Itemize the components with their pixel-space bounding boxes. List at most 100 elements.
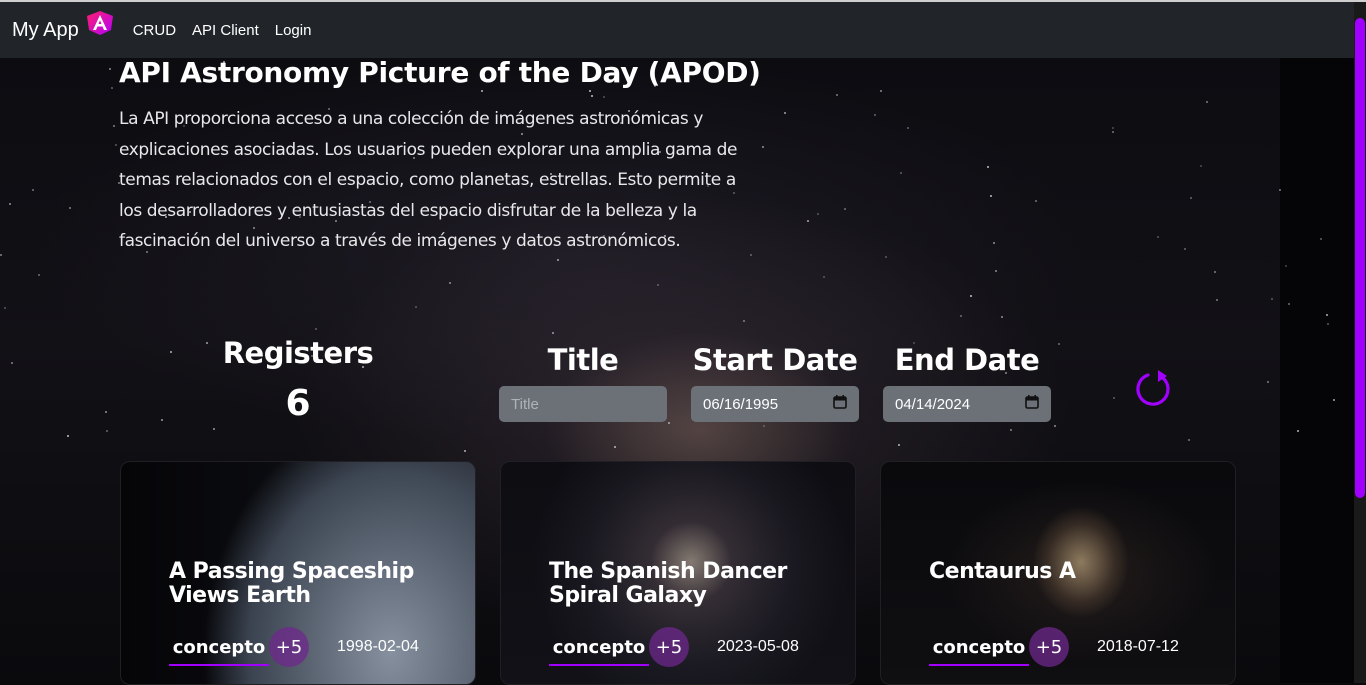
- star: [67, 435, 69, 437]
- star: [1279, 189, 1281, 191]
- star: [1001, 316, 1003, 318]
- star: [1285, 265, 1287, 267]
- apod-card[interactable]: Centaurus A concepto +5 2018-07-12: [880, 461, 1236, 685]
- star: [4, 307, 6, 309]
- card-tag-more[interactable]: +5: [269, 627, 309, 667]
- star: [1010, 429, 1012, 431]
- navbar: My App CRUD API Client Login: [0, 2, 1354, 58]
- card-tag-more[interactable]: +5: [1029, 627, 1069, 667]
- start-date-input[interactable]: 06/16/1995: [691, 386, 859, 422]
- star: [111, 87, 113, 89]
- star: [885, 256, 887, 258]
- card-tag[interactable]: concepto: [929, 630, 1029, 666]
- star: [1200, 165, 1202, 167]
- star: [1058, 343, 1060, 345]
- star: [1112, 131, 1114, 133]
- brand-link[interactable]: My App: [12, 11, 115, 42]
- star: [1320, 238, 1322, 240]
- star: [762, 146, 764, 148]
- end-date-value: 04/14/2024: [895, 395, 971, 413]
- nav-link-api-client[interactable]: API Client: [192, 22, 259, 39]
- star: [113, 125, 115, 127]
- nav-link-crud[interactable]: CRUD: [133, 22, 176, 39]
- star: [995, 270, 997, 272]
- star: [69, 207, 71, 209]
- star: [206, 342, 208, 344]
- star: [1326, 314, 1328, 316]
- star: [1288, 303, 1290, 305]
- star: [763, 425, 765, 427]
- star: [1297, 430, 1299, 432]
- page-description: La API proporciona acceso a una colecció…: [119, 109, 738, 251]
- apod-card[interactable]: A Passing Spaceship Views Earth concepto…: [120, 461, 476, 685]
- star: [109, 68, 111, 70]
- scrollbar-thumb[interactable]: [1355, 18, 1365, 498]
- star: [1333, 399, 1335, 401]
- end-date-label: End Date: [894, 343, 1040, 377]
- star: [907, 127, 909, 129]
- star: [106, 430, 108, 432]
- end-date-input[interactable]: 04/14/2024: [883, 386, 1051, 422]
- star: [557, 259, 559, 261]
- star: [449, 282, 451, 284]
- refresh-button[interactable]: [1133, 366, 1177, 410]
- star: [170, 351, 172, 353]
- start-date-label: Start Date: [692, 343, 858, 377]
- calendar-icon[interactable]: [1025, 395, 1039, 413]
- star: [614, 446, 616, 448]
- card-title: Centaurus A: [929, 559, 1076, 584]
- title-filter-placeholder: Title: [511, 395, 539, 413]
- star: [105, 411, 107, 413]
- registers-label: Registers: [222, 336, 374, 370]
- card-tag[interactable]: concepto: [549, 630, 649, 666]
- star: [1327, 323, 1329, 325]
- star: [1188, 439, 1190, 441]
- scrollbar[interactable]: [1354, 2, 1366, 683]
- card-title: A Passing Spaceship Views Earth: [169, 559, 414, 608]
- star: [784, 112, 786, 114]
- star: [11, 362, 13, 364]
- star: [1113, 397, 1115, 399]
- card-date: 2023-05-08: [717, 638, 799, 655]
- star: [38, 274, 40, 276]
- star: [115, 144, 117, 146]
- card-tag[interactable]: concepto: [169, 630, 269, 666]
- star: [657, 284, 659, 286]
- star: [1267, 381, 1269, 383]
- title-filter-label: Title: [547, 343, 619, 377]
- star: [464, 450, 466, 452]
- star: [1035, 200, 1037, 202]
- nav-link-login[interactable]: Login: [275, 22, 312, 39]
- star: [32, 189, 34, 191]
- star: [743, 320, 745, 322]
- star: [970, 295, 972, 297]
- calendar-icon[interactable]: [833, 395, 847, 413]
- star: [817, 213, 819, 215]
- registers-count: 6: [285, 383, 311, 424]
- title-filter-input[interactable]: Title: [499, 386, 667, 422]
- star: [161, 419, 163, 421]
- star: [9, 203, 11, 205]
- star: [481, 90, 483, 92]
- refresh-icon: [1136, 370, 1170, 406]
- star: [1271, 298, 1273, 300]
- star: [0, 254, 2, 256]
- star: [844, 208, 846, 210]
- star: [823, 276, 825, 278]
- card-date: 2018-07-12: [1097, 638, 1179, 655]
- star: [668, 422, 670, 424]
- apod-card[interactable]: The Spanish Dancer Spiral Galaxy concept…: [500, 461, 856, 685]
- card-tag-more[interactable]: +5: [649, 627, 689, 667]
- star: [898, 444, 900, 446]
- star: [213, 428, 215, 430]
- star: [1206, 101, 1208, 103]
- star: [1184, 248, 1186, 250]
- star: [603, 96, 605, 98]
- card-title: The Spanish Dancer Spiral Galaxy: [549, 559, 787, 608]
- start-date-value: 06/16/1995: [703, 395, 779, 413]
- angular-logo-icon: [85, 10, 115, 40]
- page-title: API Astronomy Picture of the Day (APOD): [119, 56, 761, 89]
- star: [807, 220, 809, 222]
- star: [1054, 425, 1056, 427]
- star: [1216, 299, 1218, 301]
